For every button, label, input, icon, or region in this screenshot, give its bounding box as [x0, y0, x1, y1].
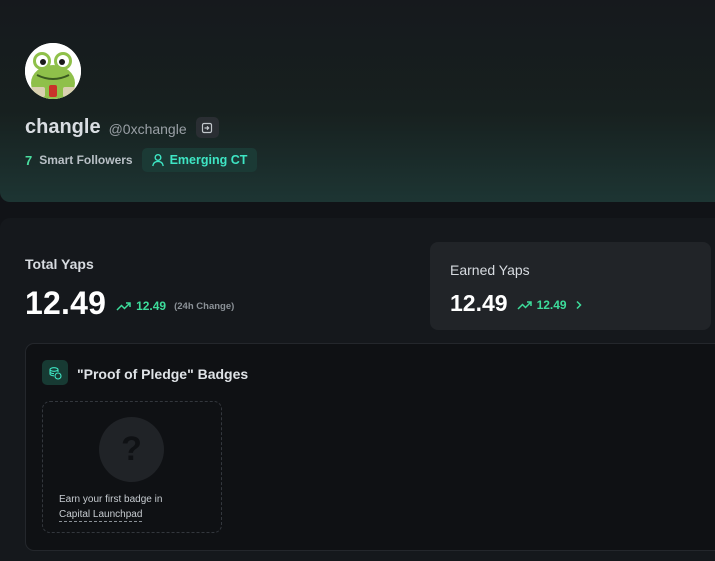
earned-yaps-value: 12.49 [450, 290, 508, 316]
avatar[interactable] [25, 43, 81, 99]
change-period-note: (24h Change) [174, 300, 235, 312]
badges-card: "Proof of Pledge" Badges ? Earn your fir… [25, 343, 715, 551]
frog-avatar-icon [25, 43, 81, 99]
tier-label: Emerging CT [169, 153, 248, 167]
smart-followers-label[interactable]: Smart Followers [39, 153, 132, 167]
coin-stack-icon [49, 366, 62, 380]
stats-panel: Total Yaps 12.49 12.49 (24h Change) Earn… [0, 218, 715, 561]
total-yaps-value: 12.49 [25, 285, 107, 321]
user-icon [151, 154, 164, 167]
badges-icon-wrap [42, 360, 68, 385]
question-mark-icon: ? [99, 417, 164, 482]
badges-title: "Proof of Pledge" Badges [77, 366, 249, 382]
earned-yaps-card[interactable]: Earned Yaps 12.49 12.49 [430, 242, 711, 330]
smart-followers-count: 7 [25, 152, 33, 168]
login-icon [202, 122, 213, 133]
earned-yaps-row: 12.49 12.49 [450, 290, 583, 317]
login-button[interactable] [195, 117, 219, 138]
profile-header: changle @0xchangle 7 Smart Followers Eme… [0, 0, 715, 202]
total-yaps-label: Total Yaps [25, 256, 94, 272]
display-name: changle [25, 116, 101, 138]
question-mark-glyph: ? [121, 430, 142, 468]
earned-yaps-change: 12.49 [536, 297, 567, 312]
empty-badge-text: Earn your first badge in [59, 494, 163, 505]
earned-yaps-label: Earned Yaps [450, 262, 530, 278]
total-yaps-change: 12.49 [136, 298, 167, 313]
followers-row: 7 Smart Followers Emerging CT [25, 148, 258, 172]
empty-badge-slot: ? Earn your first badge in Capital Launc… [42, 401, 222, 533]
name-row: changle @0xchangle [25, 116, 219, 139]
tier-badge: Emerging CT [141, 148, 258, 172]
user-handle[interactable]: @0xchangle [109, 121, 187, 137]
trend-up-icon [116, 301, 131, 311]
chevron-right-icon[interactable] [575, 300, 583, 310]
total-yaps-row: 12.49 12.49 (24h Change) [25, 285, 234, 322]
capital-launchpad-link[interactable]: Capital Launchpad [59, 509, 143, 522]
trend-up-icon [517, 300, 532, 310]
